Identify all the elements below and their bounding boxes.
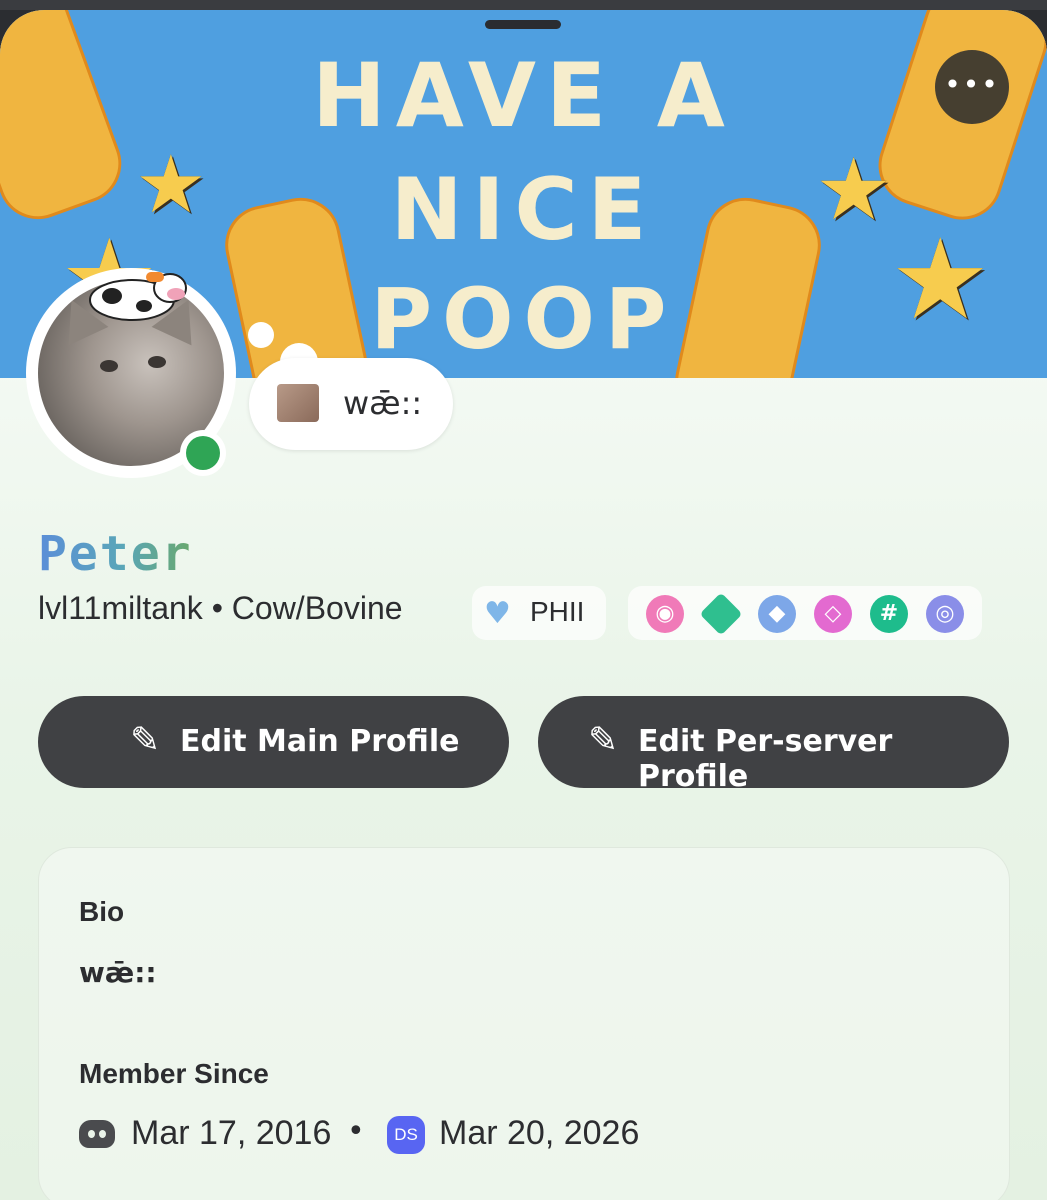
server-join-date: Mar 20, 2026	[439, 1114, 640, 1152]
separator-dot: •	[347, 1114, 365, 1149]
status-emoji-icon	[277, 384, 319, 422]
banner-text-line-2: NICE	[390, 160, 657, 260]
boost-badge-icon[interactable]	[699, 592, 743, 636]
online-status-indicator	[180, 430, 226, 476]
cat-eye-shape	[148, 356, 166, 368]
cat-eye-shape	[100, 360, 118, 372]
separator-dot: •	[211, 590, 223, 626]
pencil-icon: ✎	[588, 720, 619, 761]
server-icon[interactable]: DS	[387, 1116, 425, 1154]
cow-avatar-decoration-icon	[89, 272, 187, 321]
edit-server-profile-button[interactable]: ✎ Edit Per-server Profile	[538, 696, 1009, 794]
username: lvl11miltank	[38, 590, 203, 626]
quest-badge-icon[interactable]: ◆	[758, 595, 796, 633]
pronouns: Cow/Bovine	[231, 590, 403, 626]
username-line: lvl11miltank • Cow/Bovine	[38, 590, 403, 627]
hashtag-badge-icon[interactable]: #	[870, 595, 908, 633]
member-since-row: Mar 17, 2016 • DS Mar 20, 2026	[79, 1114, 979, 1160]
edit-main-profile-button[interactable]: ✎ Edit Main Profile	[38, 696, 509, 788]
pencil-icon: ✎	[130, 720, 161, 761]
heart-icon: ♥	[484, 596, 511, 631]
online-dot-icon	[186, 436, 220, 470]
gem-badge-icon[interactable]: ◇	[814, 595, 852, 633]
window-top-strip	[0, 0, 1047, 10]
discord-join-date: Mar 17, 2016	[131, 1114, 332, 1152]
edit-main-profile-label: Edit Main Profile	[180, 724, 460, 759]
more-options-button[interactable]: •••	[935, 50, 1009, 124]
profile-badges: ◉ ◆ ◇ # ◎	[628, 586, 982, 640]
server-tag-pill[interactable]: ♥ PHII	[472, 586, 606, 640]
member-since-title: Member Since	[79, 1058, 269, 1089]
discord-logo-icon	[79, 1120, 115, 1148]
banner-text-line-1: HAVE A	[312, 44, 735, 147]
laurel-badge-icon[interactable]: ◎	[926, 595, 964, 633]
profile-info-card: Bio wǣ꞉꞉ Member Since Mar 17, 2016 • DS …	[38, 847, 1010, 1200]
edit-server-profile-label: Edit Per-server Profile	[638, 724, 893, 794]
custom-status-bubble[interactable]: wǣ꞉꞉	[249, 358, 453, 450]
profile-sheet: ★ ★ ★ ★ HAVE A NICE POOP ••• wǣ꞉꞉ Peter	[0, 10, 1047, 1200]
bio-title: Bio	[79, 896, 125, 927]
sheet-drag-handle[interactable]	[485, 20, 561, 29]
ellipsis-icon: •••	[944, 68, 1000, 101]
nitro-badge-icon[interactable]: ◉	[646, 595, 684, 633]
thought-bubble-dot	[248, 322, 274, 348]
custom-status-text: wǣ꞉꞉	[343, 384, 423, 422]
server-tag-text: PHII	[530, 596, 585, 627]
bio-text: wǣ꞉꞉	[79, 956, 157, 989]
display-name: Peter	[38, 526, 193, 582]
